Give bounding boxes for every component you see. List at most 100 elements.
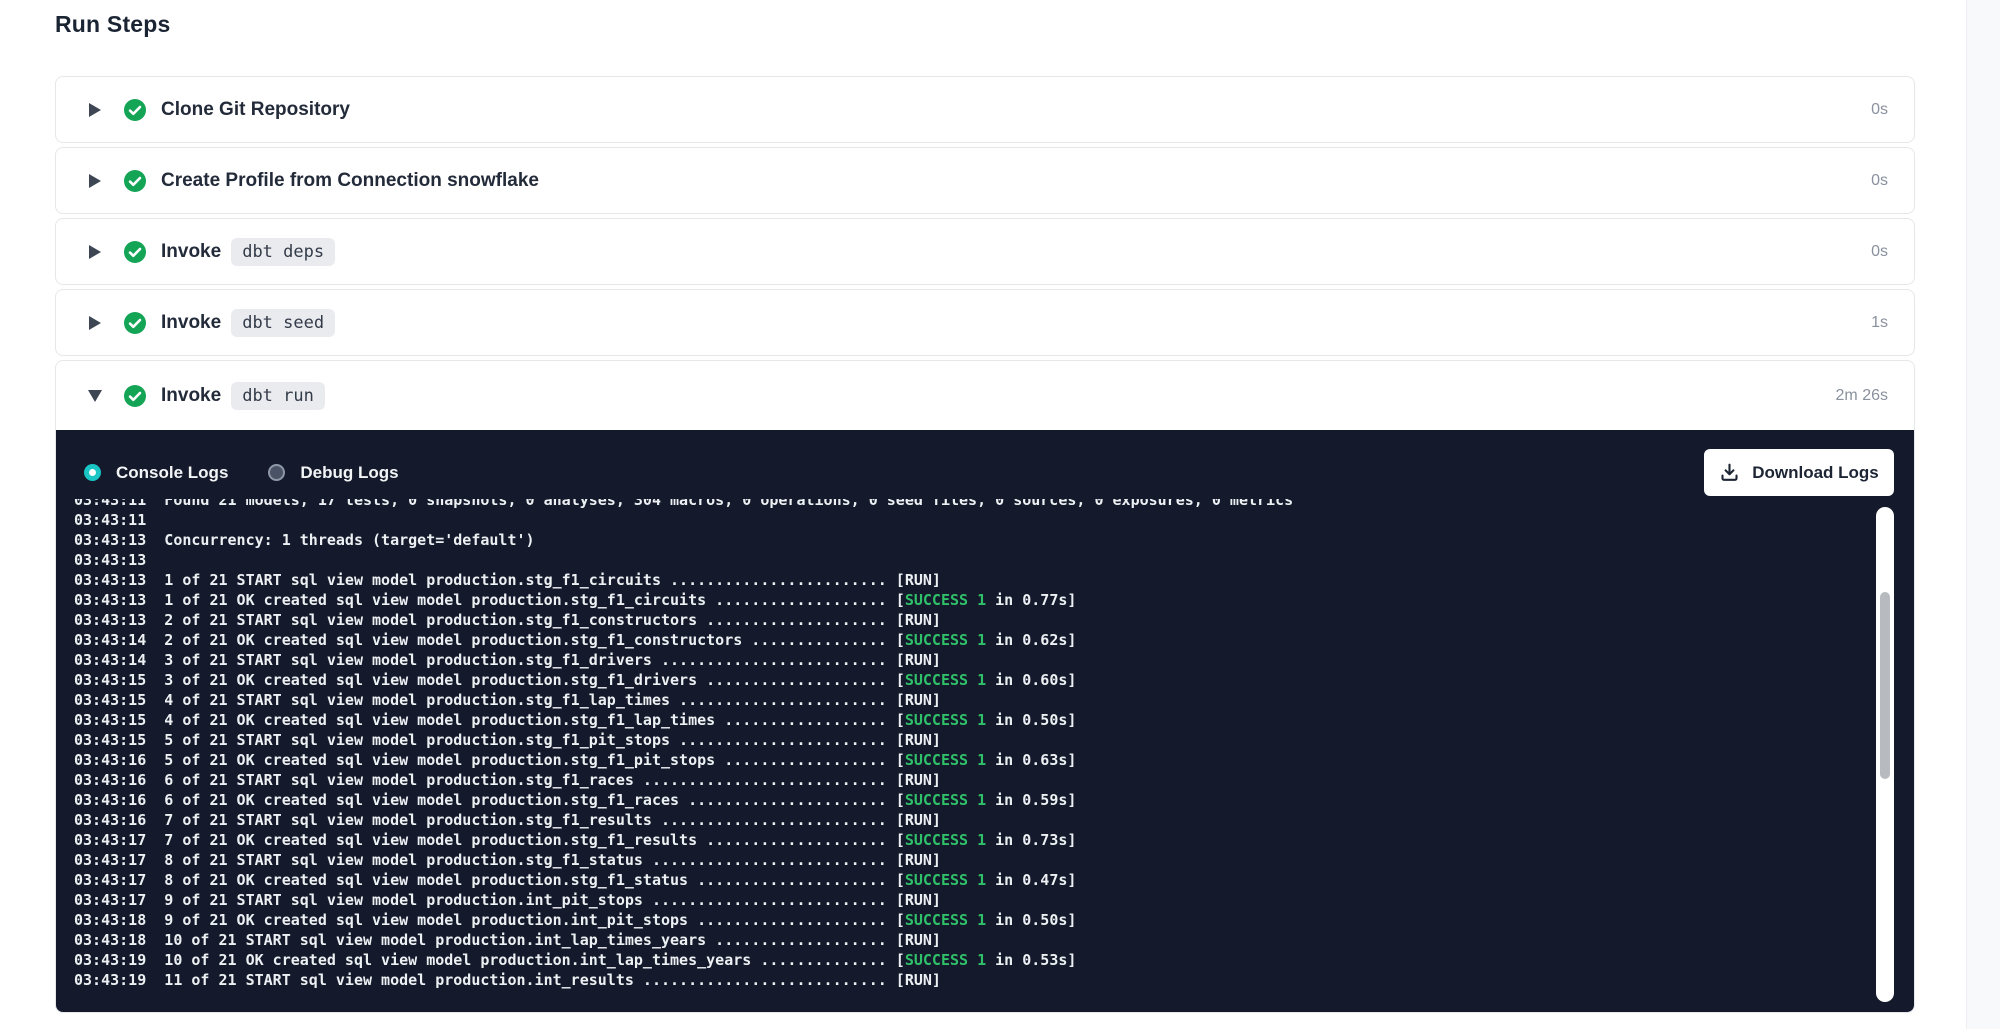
log-message: 2 of 21 START sql view model production.… [164, 611, 886, 629]
command-badge: dbt run [231, 382, 325, 410]
step-title: Invoke [161, 312, 221, 334]
page-title: Run Steps [55, 11, 171, 38]
step-row-header[interactable]: Clone Git Repository 0s [56, 77, 1914, 142]
log-status: [SUCCESS 1 in 0.60s] [887, 671, 1077, 689]
log-timestamp: 03:43:17 [74, 851, 146, 869]
radio-selected-icon[interactable] [84, 464, 101, 481]
step-row-create-profile[interactable]: Create Profile from Connection snowflake… [55, 147, 1915, 214]
log-message: 6 of 21 START sql view model production.… [164, 771, 886, 789]
step-duration: 0s [1871, 243, 1888, 261]
log-status: [SUCCESS 1 in 0.59s] [887, 791, 1077, 809]
log-message: 6 of 21 OK created sql view model produc… [164, 791, 886, 809]
log-status: [RUN] [887, 851, 941, 869]
log-line: 03:43:178 of 21 OK created sql view mode… [74, 870, 1814, 890]
log-line: 03:43:179 of 21 START sql view model pro… [74, 890, 1814, 910]
log-status: [RUN] [887, 611, 941, 629]
log-message: 4 of 21 START sql view model production.… [164, 691, 886, 709]
log-timestamp: 03:43:19 [74, 951, 146, 969]
log-status: [RUN] [887, 971, 941, 989]
chevron-right-icon[interactable] [88, 103, 102, 117]
chevron-right-icon[interactable] [88, 245, 102, 259]
log-message: Concurrency: 1 threads (target='default'… [164, 531, 534, 549]
log-timestamp: 03:43:15 [74, 711, 146, 729]
radio-console-logs[interactable]: Console Logs [84, 463, 228, 483]
log-message: 1 of 21 START sql view model production.… [164, 571, 886, 589]
radio-label: Debug Logs [300, 463, 398, 483]
log-timestamp: 03:43:11 [74, 499, 146, 509]
log-timestamp: 03:43:17 [74, 891, 146, 909]
log-message: 1 of 21 OK created sql view model produc… [164, 591, 886, 609]
success-check-icon [123, 169, 147, 193]
step-title: Clone Git Repository [161, 99, 350, 121]
log-status: [RUN] [887, 651, 941, 669]
log-line: 03:43:17 7 of 21 OK created sql view mode… [74, 830, 1814, 850]
log-line: 03:43:13 [74, 550, 1814, 570]
log-timestamp: 03:43:16 [74, 791, 146, 809]
log-status: [RUN] [887, 771, 941, 789]
log-timestamp: 03:43:17 [74, 831, 146, 849]
log-timestamp: 03:43:14 [74, 631, 146, 649]
log-status: [SUCCESS 1 in 0.47s] [887, 871, 1077, 889]
log-message: 7 of 21 OK created sql view model produc… [164, 831, 886, 849]
log-timestamp: 03:43:18 [74, 931, 146, 949]
log-line: 03:43:16 6 of 21 OK created sql view mode… [74, 790, 1814, 810]
console-log-output[interactable]: 03:43:11Found 21 models, 17 tests, 0 sna… [74, 499, 1814, 999]
step-duration: 1s [1871, 314, 1888, 332]
log-line: 03:43:16 6 of 21 START sql view model pro… [74, 770, 1814, 790]
log-message: 8 of 21 START sql view model production.… [164, 851, 886, 869]
log-line: 03:43:1911 of 21 START sql view model pr… [74, 970, 1814, 990]
log-line: 03:43:15 4 of 21 OK created sql view mode… [74, 710, 1814, 730]
log-timestamp: 03:43:15 [74, 731, 146, 749]
step-row-invoke-dbt-seed[interactable]: Invoke dbt seed 1s [55, 289, 1915, 356]
success-check-icon [123, 384, 147, 408]
log-line: 03:43:17 8 of 21 START sql view model pro… [74, 850, 1814, 870]
console-panel: Console Logs Debug Logs Download Logs 03… [56, 430, 1914, 1012]
chevron-right-icon[interactable] [88, 316, 102, 330]
download-logs-button[interactable]: Download Logs [1704, 449, 1894, 496]
log-message: 7 of 21 START sql view model production.… [164, 811, 886, 829]
step-row-header[interactable]: Invoke dbt deps 0s [56, 219, 1914, 284]
log-message: 10 of 21 OK created sql view model produ… [164, 951, 886, 969]
log-message: 10 of 21 START sql view model production… [164, 931, 886, 949]
log-line: 03:43:131 of 21 OK created sql view mode… [74, 590, 1814, 610]
step-row-header[interactable]: Invoke dbt run 2m 26s [56, 361, 1914, 430]
log-timestamp: 03:43:15 [74, 671, 146, 689]
log-status: [SUCCESS 1 in 0.73s] [887, 831, 1077, 849]
step-row-clone-git-repository[interactable]: Clone Git Repository 0s [55, 76, 1915, 143]
page-right-gutter [1966, 0, 2000, 1029]
step-row-invoke-dbt-deps[interactable]: Invoke dbt deps 0s [55, 218, 1915, 285]
log-message: 5 of 21 OK created sql view model produc… [164, 751, 886, 769]
page: Run Steps Clone Git Repository 0s Create… [0, 0, 2000, 1029]
log-timestamp: 03:43:18 [74, 911, 146, 929]
step-title: Create Profile from Connection snowflake [161, 170, 539, 192]
log-timestamp: 03:43:16 [74, 751, 146, 769]
step-row-header[interactable]: Invoke dbt seed 1s [56, 290, 1914, 355]
log-message: 5 of 21 START sql view model production.… [164, 731, 886, 749]
log-timestamp: 03:43:16 [74, 771, 146, 789]
log-line: 03:43:189 of 21 OK created sql view mode… [74, 910, 1814, 930]
radio-unselected-icon[interactable] [268, 464, 285, 481]
log-line: 03:43:15 3 of 21 OK created sql view mode… [74, 670, 1814, 690]
log-line: 03:43:15 5 of 21 START sql view model pro… [74, 730, 1814, 750]
radio-debug-logs[interactable]: Debug Logs [268, 463, 398, 483]
command-badge: dbt seed [231, 309, 335, 337]
chevron-down-icon[interactable] [88, 390, 102, 402]
log-status: [RUN] [887, 691, 941, 709]
log-status: [SUCCESS 1 in 0.77s] [887, 591, 1077, 609]
log-line: 03:43:131 of 21 START sql view model pro… [74, 570, 1814, 590]
log-timestamp: 03:43:13 [74, 551, 146, 569]
log-status: [SUCCESS 1 in 0.50s] [887, 711, 1077, 729]
log-status: [SUCCESS 1 in 0.50s] [887, 911, 1077, 929]
log-status: [RUN] [887, 891, 941, 909]
console-scrollbar[interactable] [1876, 507, 1894, 1002]
log-status: [RUN] [887, 731, 941, 749]
log-message: 3 of 21 OK created sql view model produc… [164, 671, 886, 689]
console-scrollbar-thumb[interactable] [1880, 592, 1890, 779]
step-title: Invoke [161, 385, 221, 407]
log-line: 03:43:132 of 21 START sql view model pro… [74, 610, 1814, 630]
log-timestamp: 03:43:17 [74, 871, 146, 889]
log-status: [SUCCESS 1 in 0.62s] [887, 631, 1077, 649]
log-message: 4 of 21 OK created sql view model produc… [164, 711, 886, 729]
step-row-header[interactable]: Create Profile from Connection snowflake… [56, 148, 1914, 213]
chevron-right-icon[interactable] [88, 174, 102, 188]
